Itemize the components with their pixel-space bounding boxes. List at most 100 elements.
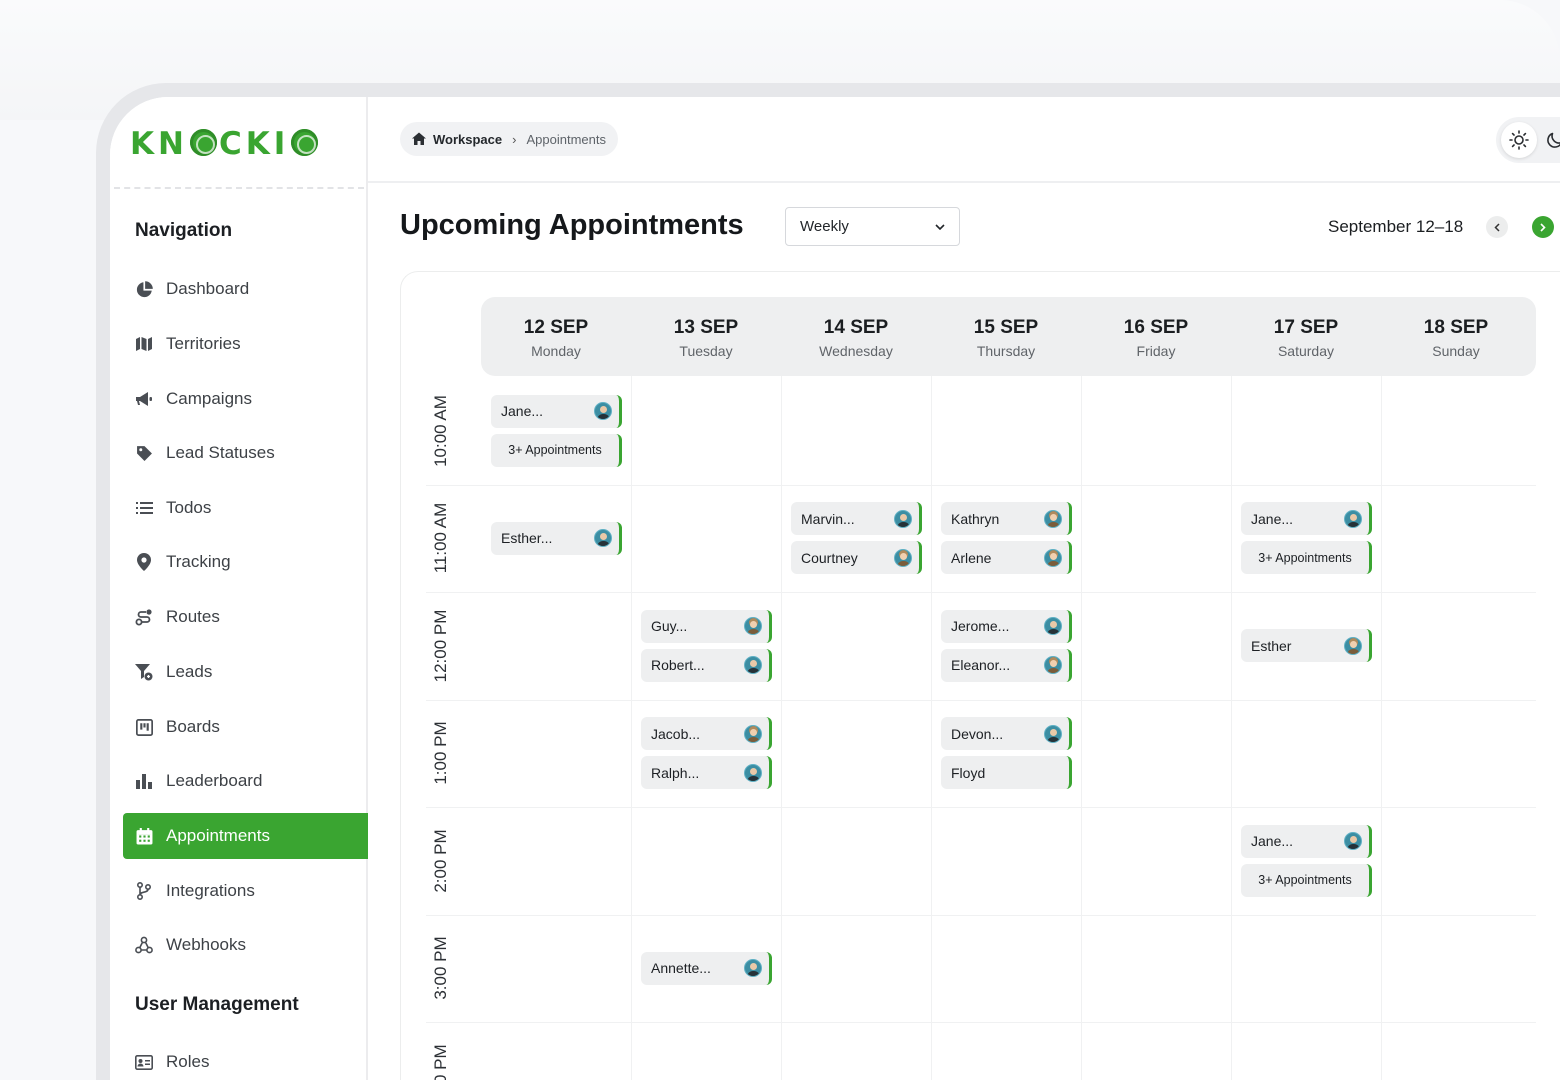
topbar: Workspace › Appointments [368, 97, 1560, 183]
appointment-name: Jacob... [651, 725, 701, 742]
home-icon[interactable] [412, 132, 426, 146]
sidebar-item-boards[interactable]: Boards [123, 704, 368, 750]
appointment-card[interactable]: Jane... [1241, 824, 1372, 858]
day-date: 12 SEP [523, 317, 589, 338]
appointment-name: Guy... [651, 618, 688, 635]
appointment-name: Jerome... [951, 618, 1010, 635]
chevron-down-icon [935, 223, 945, 230]
appointment-card[interactable]: Eleanor... [941, 648, 1072, 682]
grid-row-line [426, 484, 1536, 486]
sidebar-item-lead-statuses[interactable]: Lead Statuses [123, 430, 368, 476]
sidebar-item-roles[interactable]: Roles [123, 1039, 368, 1080]
more-appointments-button[interactable]: 3+ Appointments [491, 433, 622, 467]
list-icon [135, 499, 153, 517]
tag-icon [135, 444, 153, 462]
sidebar-item-routes[interactable]: Routes [123, 594, 368, 640]
appointment-card[interactable]: Floyd [941, 756, 1072, 790]
user-management-section-title: User Management [135, 994, 299, 1015]
appointment-card[interactable]: Marvin... [791, 502, 922, 536]
more-appointments-button[interactable]: 3+ Appointments [1241, 863, 1372, 897]
sidebar-item-tracking[interactable]: Tracking [123, 539, 368, 585]
sidebar-item-territories[interactable]: Territories [123, 321, 368, 367]
day-name: Saturday [1277, 343, 1335, 359]
appointment-name: 3+ Appointments [508, 443, 602, 458]
avatar [744, 656, 762, 675]
appointment-card[interactable]: Annette... [641, 951, 772, 985]
time-slot-label: 10:00 AM [431, 394, 450, 467]
main-content: Workspace › Appointments Upcoming Appoin… [368, 97, 1560, 1080]
day-name: Friday [1136, 343, 1176, 359]
sidebar-item-integrations[interactable]: Integrations [123, 868, 368, 914]
dark-mode-button[interactable] [1537, 122, 1560, 158]
megaphone-icon [135, 390, 153, 408]
sidebar-item-label: Appointments [166, 826, 270, 845]
time-slot-label: 1:00 PM [431, 721, 450, 785]
appointment-name: Courtney [801, 549, 858, 566]
avatar [1044, 509, 1062, 528]
logo[interactable]: KN CKI [130, 126, 320, 162]
appointment-name: Esther... [501, 530, 553, 547]
appointment-name: Arlene [951, 549, 992, 566]
previous-week-button[interactable] [1486, 216, 1508, 238]
appointment-name: Robert... [651, 657, 705, 674]
appointment-card[interactable]: Guy... [641, 609, 772, 643]
time-slot-label: 12:00 PM [431, 609, 450, 683]
day-header-tuesday: 13 SEP Tuesday [631, 297, 781, 376]
avatar [1044, 724, 1062, 743]
sidebar-item-label: Leads [166, 662, 213, 681]
light-mode-button[interactable] [1501, 122, 1537, 158]
sidebar-item-campaigns[interactable]: Campaigns [123, 376, 368, 422]
sidebar-item-label: Roles [166, 1052, 210, 1071]
avatar [1044, 548, 1062, 567]
grid-column-line [1081, 376, 1082, 1080]
appointment-card[interactable]: Arlene [941, 541, 1072, 575]
appointment-card[interactable]: Ralph... [641, 756, 772, 790]
view-select[interactable]: Weekly [785, 207, 960, 246]
day-name: Thursday [976, 343, 1036, 359]
moon-icon [1547, 132, 1560, 148]
time-slot-label: 3:00 PM [431, 936, 450, 1000]
appointment-card[interactable]: Devon... [941, 717, 1072, 751]
avatar [1044, 617, 1062, 636]
breadcrumb-appointments: Appointments [526, 131, 606, 147]
appointment-card[interactable]: Jacob... [641, 717, 772, 751]
appointment-card[interactable]: Courtney [791, 541, 922, 575]
appointment-card[interactable]: Esther... [491, 521, 622, 555]
logo-globe-icon [291, 128, 319, 156]
sidebar-item-dashboard[interactable]: Dashboard [123, 266, 368, 312]
day-date: 16 SEP [1123, 317, 1189, 338]
day-date: 18 SEP [1423, 317, 1489, 338]
sidebar-item-label: Dashboard [166, 279, 250, 298]
breadcrumb-workspace[interactable]: Workspace [433, 132, 502, 147]
breadcrumb: Workspace › Appointments [400, 122, 618, 156]
sidebar-item-label: Campaigns [166, 389, 252, 408]
appointment-card[interactable]: Robert... [641, 648, 772, 682]
more-appointments-button[interactable]: 3+ Appointments [1241, 541, 1372, 575]
next-week-button[interactable] [1532, 216, 1554, 238]
sidebar-item-leaderboard[interactable]: Leaderboard [123, 758, 368, 804]
sidebar-item-label: Routes [166, 607, 220, 626]
sidebar-item-label: Boards [166, 717, 220, 736]
appointment-card[interactable]: Jane... [1241, 502, 1372, 536]
day-date: 14 SEP [823, 317, 889, 338]
sidebar-item-todos[interactable]: Todos [123, 485, 368, 531]
pie-chart-icon [135, 280, 153, 298]
appointment-name: Annette... [651, 960, 711, 977]
sidebar-item-leads[interactable]: Leads [123, 649, 368, 695]
appointment-card[interactable]: Esther [1241, 629, 1372, 663]
avatar [1344, 832, 1362, 851]
appointment-name: Floyd [951, 764, 986, 781]
appointment-card[interactable]: Kathryn [941, 502, 1072, 536]
sidebar-item-appointments[interactable]: Appointments [123, 813, 368, 859]
day-name: Wednesday [819, 343, 893, 359]
date-range-label: September 12–18 [1328, 217, 1464, 236]
map-icon [135, 335, 153, 353]
divider [114, 187, 364, 189]
day-name: Tuesday [679, 343, 733, 359]
appointment-card[interactable]: Jane... [491, 394, 622, 428]
appointment-card[interactable]: Jerome... [941, 609, 1072, 643]
logo-globe-icon [189, 128, 217, 156]
appointment-name: Esther [1251, 637, 1292, 654]
sidebar-item-webhooks[interactable]: Webhooks [123, 922, 368, 968]
avatar [594, 529, 612, 548]
